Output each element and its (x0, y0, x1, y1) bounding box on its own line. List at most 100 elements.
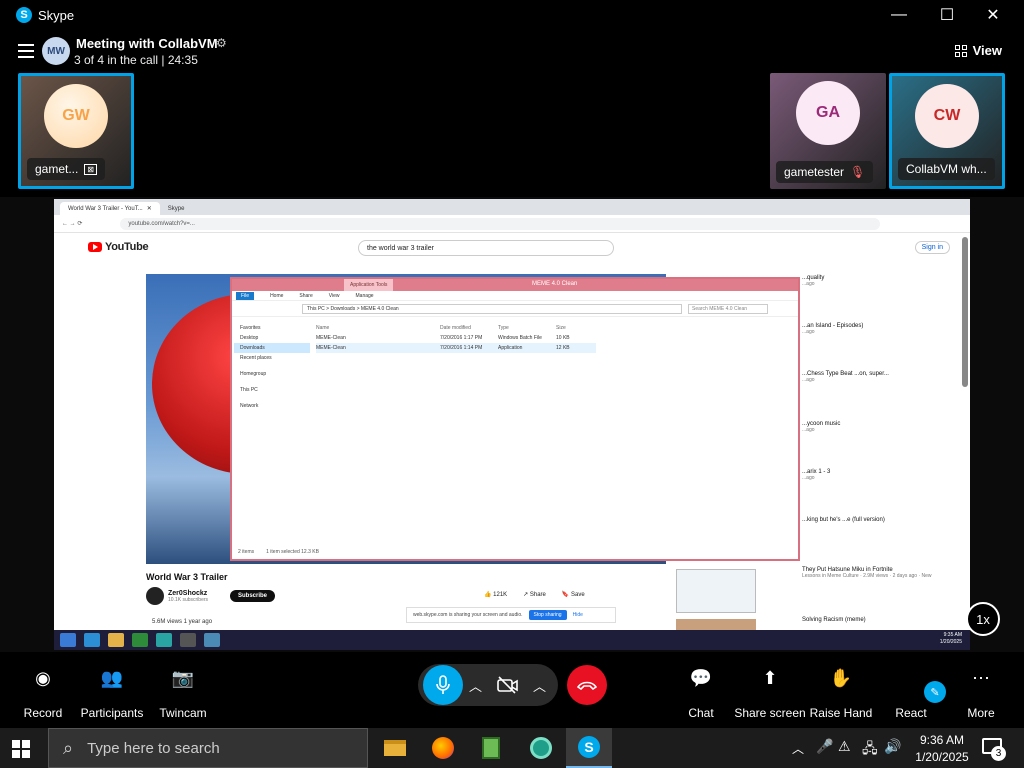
chat-button[interactable]: 💬 Chat (661, 652, 741, 724)
remote-excel-icon (132, 633, 148, 647)
channel-name: Zer0Shockz (168, 589, 208, 597)
nav-this-pc: This PC (240, 387, 258, 393)
view-label: View (972, 43, 1002, 58)
channel-subscribers: 10.1K subscribers (168, 596, 209, 603)
browser-tab-youtube: World War 3 Trailer - YouT... ✕ (60, 202, 160, 215)
youtube-logo: YouTube (88, 241, 149, 253)
skype-window: S Skype — ☐ ✕ MW Meeting with CollabVM ⚙… (0, 0, 1024, 768)
more-button[interactable]: ⋯ More (941, 652, 1021, 724)
ribbon-manage: Manage (355, 292, 374, 299)
volume-icon[interactable]: 🔊 (884, 738, 901, 755)
nav-recent-places: Recent places (240, 355, 272, 361)
participant-tile-gw[interactable]: GW gamet... ⊠ (18, 73, 134, 189)
browser-url: youtube.com/watch?v=... (120, 217, 881, 230)
taskbar-search[interactable]: ⌕ Type here to search (48, 728, 368, 768)
file-row: MEME-Clean 7/20/2016 1:17 PM Windows Bat… (316, 335, 570, 341)
raise-hand-icon: ✋ (829, 667, 853, 688)
file-explorer-taskbar-icon[interactable] (372, 728, 418, 768)
hang-up-icon (577, 681, 597, 690)
explorer-path: This PC > Downloads > MEME 4.0 Clean (302, 303, 682, 314)
nav-network: Network (240, 403, 259, 409)
search-placeholder: Type here to search (87, 739, 220, 757)
explorer-app-tools: Application Tools (344, 279, 394, 291)
notification-count-badge: 3 (991, 746, 1006, 761)
stop-sharing-button: Stop sharing (528, 610, 567, 620)
raise-hand-button[interactable]: ✋ Raise Hand (801, 652, 881, 724)
tray-security-icon[interactable]: ⚠ (838, 738, 851, 755)
show-hidden-icons-chevron-icon[interactable]: ︿ (792, 740, 804, 757)
windows-taskbar: ⌕ Type here to search S ︿ 🎤 ⚠ 🖧 🔊 9:36 A… (0, 728, 1024, 768)
explorer-search: Search MEME 4.0 Clean (688, 303, 768, 314)
channel-avatar (146, 587, 164, 605)
shared-screen[interactable]: World War 3 Trailer - YouT... ✕ Skype ← … (54, 199, 970, 650)
title-bar: S Skype — ☐ ✕ (0, 0, 1024, 30)
maximize-button[interactable]: ☐ (924, 0, 970, 30)
skype-taskbar-icon[interactable]: S (566, 728, 612, 768)
participant-avatar: GW (44, 84, 108, 148)
microphone-button[interactable] (423, 665, 463, 705)
remote-folder-icon (108, 633, 124, 647)
nav-desktop: Desktop (240, 335, 259, 341)
youtube-search: the world war 3 trailer (358, 240, 614, 256)
share-screen-button[interactable]: ⬆ Share screen (730, 652, 810, 724)
remote-edge-icon (156, 633, 172, 647)
participant-tile-ga[interactable]: GA gametester 🎙 (770, 73, 886, 189)
ribbon-share: Share (299, 292, 313, 299)
grid-view-icon (954, 44, 967, 57)
remote-7zip-icon (180, 633, 196, 647)
file-row: MEME-Clean 7/20/2016 1:14 PM Application… (316, 343, 596, 353)
mic-muted-icon: 🎙 (850, 165, 866, 179)
participant-avatar: GA (796, 81, 860, 145)
ribbon-view: View (328, 292, 340, 299)
participant-name-label: gamet... ⊠ (27, 158, 106, 180)
explorer-title-bar: Application Tools MEME 4.0 Clean (232, 279, 798, 291)
participants-button[interactable]: 👥 Participants (72, 652, 152, 724)
minimize-button[interactable]: — (876, 0, 922, 30)
mic-options-chevron-icon[interactable]: ︿ (469, 676, 482, 695)
ribbon-home: Home (270, 292, 284, 299)
taskbar-clock[interactable]: 9:36 AM 1/20/2025 (902, 732, 982, 766)
hide-button: Hide (572, 612, 583, 618)
view-button[interactable]: View (954, 43, 1002, 58)
explorer-status-bar: 2 items 1 item selected 12.3 KB (238, 549, 319, 555)
playback-speed-badge[interactable]: 1x (966, 602, 1000, 636)
twincam-button[interactable]: 📷 Twincam (143, 652, 223, 724)
explorer-address: This PC > Downloads > MEME 4.0 Clean Sea… (232, 301, 798, 317)
browser-address-bar: ← → ⟳ youtube.com/watch?v=... (54, 215, 970, 233)
nav-favorites: Favorites (240, 325, 261, 331)
microphone-icon (436, 675, 450, 694)
more-icon: ⋯ (972, 667, 990, 688)
remote-taskbar: 9:35 AM 1/20/2025 (54, 630, 970, 650)
camera-toggle-button[interactable] (488, 665, 528, 705)
close-button[interactable]: ✕ (970, 0, 1016, 30)
window-title: Skype (38, 7, 75, 23)
meeting-title: Meeting with CollabVM (76, 36, 218, 51)
edge-taskbar-icon[interactable] (518, 728, 564, 768)
firefox-taskbar-icon[interactable] (420, 728, 466, 768)
recommendation-item: ...quality ...ago (802, 275, 825, 287)
end-call-button[interactable] (567, 665, 607, 705)
tray-mic-icon[interactable]: 🎤 (816, 738, 833, 755)
share-screen-icon: ⬆ (762, 667, 778, 688)
record-button[interactable]: ◉ Record (3, 652, 83, 724)
participants-icon: 👥 (100, 667, 124, 688)
video-views: 5.6M views 1 year ago (152, 619, 213, 625)
nav-homegroup: Homegroup (240, 371, 267, 377)
settings-gear-icon[interactable]: ⚙ (216, 36, 227, 50)
channel-info: Zer0Shockz 10.1K subscribers (146, 587, 208, 605)
camera-options-chevron-icon[interactable]: ︿ (533, 676, 546, 695)
explorer-ribbon: File Home Share View Manage (232, 291, 798, 301)
skype-logo-icon: S (16, 7, 32, 23)
explorer-file-list: Name Date modified Type Size MEME-Clean … (316, 323, 596, 353)
menu-icon[interactable] (18, 44, 34, 58)
notepad-taskbar-icon[interactable] (468, 728, 514, 768)
save-action: 🔖 Save (561, 592, 585, 598)
react-pencil-icon[interactable]: ✎ (924, 681, 946, 703)
participant-tile-cw[interactable]: CW CollabVM wh... (889, 73, 1005, 189)
network-icon[interactable]: 🖧 (862, 738, 878, 762)
camera-off-icon (497, 676, 518, 694)
explorer-title: MEME 4.0 Clean (532, 281, 578, 287)
browser-tab-skype: Skype (167, 205, 185, 212)
windows-start-icon[interactable] (12, 740, 30, 758)
remote-ie-icon (84, 633, 100, 647)
